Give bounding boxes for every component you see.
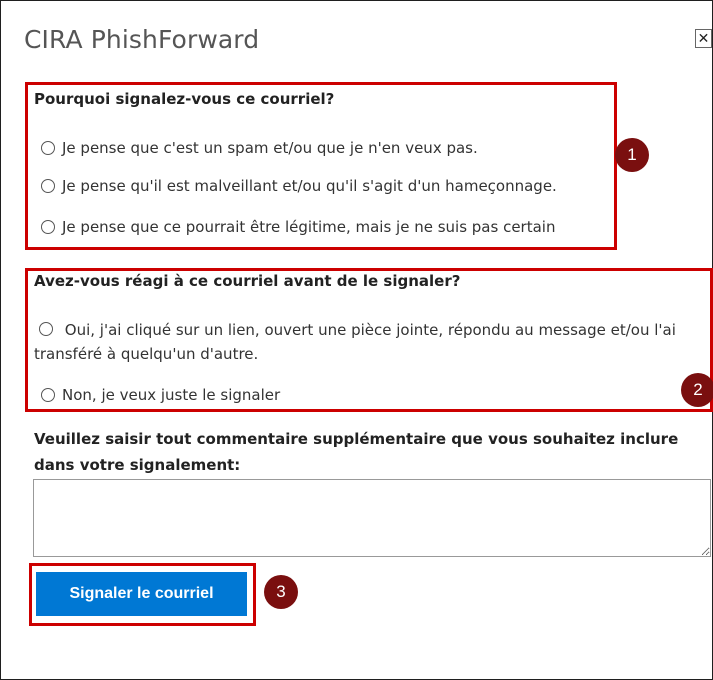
annotation-frame-2 bbox=[25, 268, 713, 412]
annotation-frame-1 bbox=[25, 82, 617, 250]
annotation-badge-1: 1 bbox=[615, 138, 649, 172]
close-button[interactable]: ✕ bbox=[695, 29, 712, 48]
comment-label-line2: dans votre signalement: bbox=[34, 456, 241, 474]
annotation-frame-3 bbox=[29, 563, 256, 626]
comment-label: Veuillez saisir tout commentaire supplém… bbox=[34, 426, 678, 478]
app-title: CIRA PhishForward bbox=[24, 25, 260, 54]
comment-textarea[interactable] bbox=[33, 479, 711, 557]
annotation-badge-3: 3 bbox=[264, 575, 298, 609]
annotation-badge-2: 2 bbox=[681, 373, 713, 407]
comment-label-line1: Veuillez saisir tout commentaire supplém… bbox=[34, 430, 679, 448]
close-icon: ✕ bbox=[697, 31, 710, 47]
